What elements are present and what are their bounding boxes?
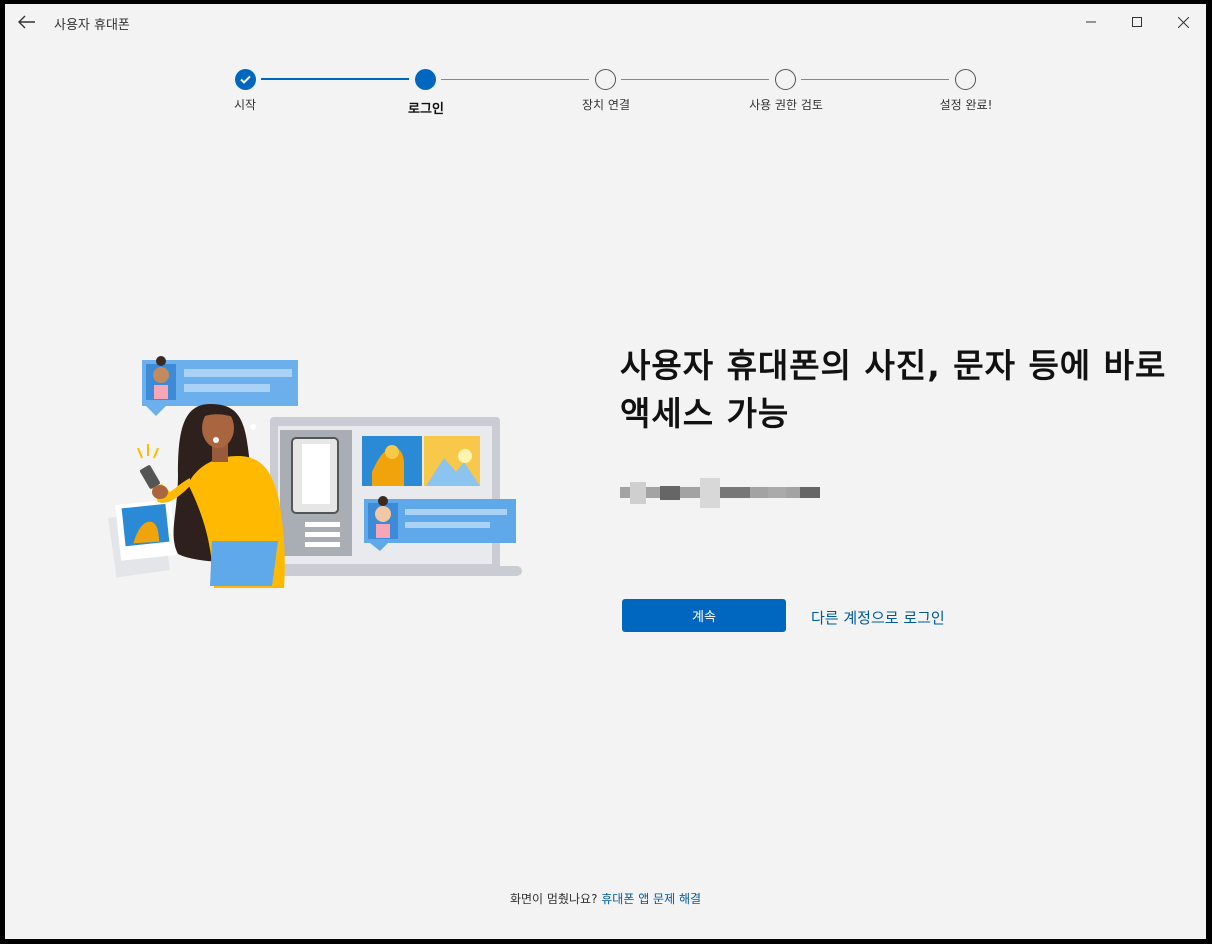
close-button[interactable] [1160,4,1206,40]
troubleshoot-link[interactable]: 휴대폰 앱 문제 해결 [601,892,701,906]
signed-in-account [620,478,820,508]
maximize-icon [1132,17,1142,27]
step-indicator-permissions [775,69,796,90]
step-indicator-done [955,69,976,90]
minimize-button[interactable] [1068,4,1114,40]
phone-link-illustration [108,356,522,588]
step-indicator-connect [595,69,616,90]
maximize-button[interactable] [1114,4,1160,40]
app-title: 사용자 휴대폰 [54,18,130,33]
minimize-icon [1086,21,1096,23]
app-window: 사용자 휴대폰 시작 로그인 장치 연결 사용 권한 검토 설정 완료! 사용자… [5,4,1206,939]
close-icon [1177,16,1189,28]
step-indicator-start [235,69,256,90]
step-connector [621,79,769,80]
step-connector [801,79,949,80]
step-label-connect: 장치 연결 [582,98,630,112]
step-connector [441,79,589,80]
footer: 화면이 멈췄나요? 휴대폰 앱 문제 해결 [5,890,1206,907]
title-bar: 사용자 휴대폰 [5,4,1206,40]
step-label-permissions: 사용 권한 검토 [749,98,823,112]
step-label-start: 시작 [233,98,257,112]
step-label-done: 설정 완료! [939,98,993,112]
step-connector [261,78,409,80]
continue-button[interactable]: 계속 [622,599,786,632]
footer-prompt: 화면이 멈췄나요? [509,892,598,906]
sign-in-other-account-link[interactable]: 다른 계정으로 로그인 [811,607,945,628]
back-button[interactable] [13,10,41,34]
step-indicator-login [415,69,436,90]
check-icon [240,75,251,84]
arrow-left-icon [18,15,35,29]
page-headline: 사용자 휴대폰의 사진, 문자 등에 바로 액세스 가능 [620,346,1167,433]
step-label-login: 로그인 [408,102,444,117]
